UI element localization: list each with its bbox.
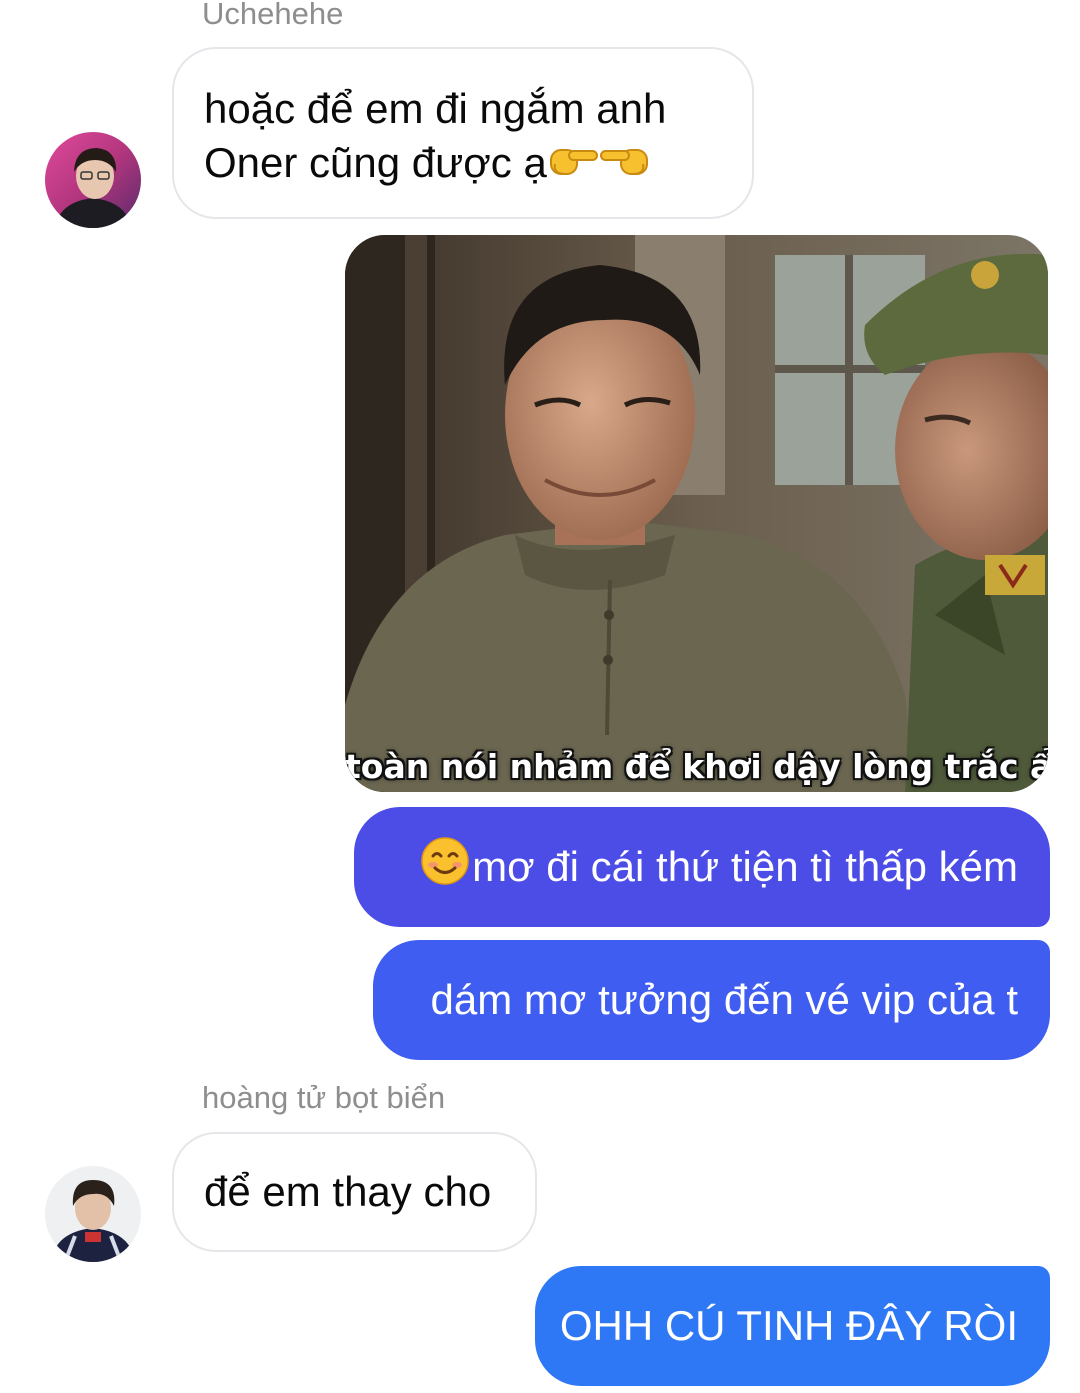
sender-name: hoàng tử bọt biển	[202, 1080, 446, 1115]
message-text: OHH CÚ TINH ĐÂY RÒI	[559, 1302, 1018, 1349]
message-text: để em thay cho	[204, 1168, 492, 1215]
message-text: Oner cũng được ạ	[204, 139, 547, 186]
message-text: dám mơ tưởng đến vé vip của t	[430, 976, 1018, 1023]
drama-still-image	[345, 235, 1048, 792]
message-image[interactable]: toàn nói nhảm để khơi dậy lòng trắc ẩn.	[345, 235, 1048, 792]
pointing-left-icon	[599, 139, 651, 193]
message-bubble-outgoing[interactable]: dám mơ tưởng đến vé vip của t	[373, 940, 1050, 1060]
message-text: mơ đi cái thứ tiện tì thấp kém	[472, 843, 1018, 890]
sender-name: Uchehehe	[202, 0, 344, 31]
message-text-line: hoặc để em đi ngắm anh	[204, 85, 667, 132]
avatar-image	[45, 132, 141, 228]
avatar[interactable]	[45, 132, 141, 228]
avatar[interactable]	[45, 1166, 141, 1262]
message-bubble-incoming[interactable]: để em thay cho	[172, 1132, 537, 1252]
chat-thread: Uchehehe hoặc để em đi ngắm anh Oner cũn…	[0, 0, 1080, 1393]
smiling-face-icon	[420, 836, 470, 899]
message-bubble-incoming[interactable]: hoặc để em đi ngắm anh Oner cũng được ạ	[172, 47, 754, 219]
pointing-right-icon	[547, 139, 599, 193]
message-text-line: Oner cũng được ạ	[204, 136, 722, 193]
avatar-image	[45, 1166, 141, 1262]
message-bubble-outgoing[interactable]: OHH CÚ TINH ĐÂY RÒI	[535, 1266, 1050, 1386]
message-bubble-outgoing[interactable]: mơ đi cái thứ tiện tì thấp kém	[354, 807, 1050, 927]
image-caption: toàn nói nhảm để khơi dậy lòng trắc ẩn.	[345, 747, 1048, 786]
